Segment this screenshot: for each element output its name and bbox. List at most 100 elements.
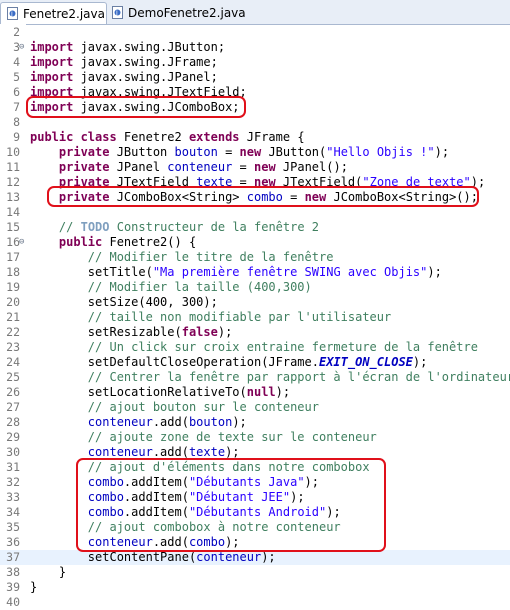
code-line[interactable]: 15 // TODO Constructeur de la fenêtre 2 xyxy=(0,220,510,235)
code-line[interactable]: 11 private JPanel conteneur = new JPanel… xyxy=(0,160,510,175)
code-token: "Ma première fenêtre SWING avec Objis" xyxy=(152,265,428,279)
code-line[interactable]: 4 import javax.swing.JFrame; xyxy=(0,55,510,70)
code-line[interactable]: 38 } xyxy=(0,565,510,580)
code-line[interactable]: 27 // ajout bouton sur le conteneur xyxy=(0,400,510,415)
code-line[interactable]: 39} xyxy=(0,580,510,595)
tab-demofenetre2-java[interactable]: J DemoFenetre2.java xyxy=(106,2,246,23)
code-token: // xyxy=(58,220,81,234)
code-token: import xyxy=(30,55,81,69)
code-token: } xyxy=(30,565,67,579)
code-token: = xyxy=(217,145,240,159)
code-line[interactable]: 23 // Un click sur croix entraine fermet… xyxy=(0,340,510,355)
code-line[interactable]: 14 xyxy=(0,205,510,220)
code-token: ); xyxy=(225,445,240,459)
line-number: 23 xyxy=(6,340,20,354)
line-number: 8 xyxy=(13,115,20,129)
line-number: 4 xyxy=(13,55,20,69)
line-number: 40 xyxy=(6,595,20,609)
annotation-box-combo-items xyxy=(76,458,386,552)
code-token: setResizable( xyxy=(30,325,182,339)
line-number: 14 xyxy=(6,205,20,219)
code-line[interactable]: 5 import javax.swing.JPanel; xyxy=(0,70,510,85)
code-token: JPanel(); xyxy=(282,160,348,174)
line-number: 36 xyxy=(6,535,20,549)
code-token: bouton xyxy=(174,145,218,159)
code-token: ); xyxy=(261,550,276,564)
tab-fenetre2-java[interactable]: J Fenetre2.java ✕ xyxy=(0,2,121,24)
code-line[interactable]: 18 setTitle("Ma première fenêtre SWING a… xyxy=(0,265,510,280)
code-text: public class Fenetre2 extends JFrame { xyxy=(30,130,305,145)
fold-toggle-icon[interactable]: ⊖ xyxy=(19,235,27,250)
code-line[interactable]: 22 setResizable(false); xyxy=(0,325,510,340)
code-token: // ajoute zone de texte sur le conteneur xyxy=(87,430,377,444)
code-token: private xyxy=(58,145,117,159)
line-number: 26 xyxy=(6,385,20,399)
code-token: texte xyxy=(188,445,226,459)
line-number: 31 xyxy=(6,460,20,474)
code-line[interactable]: 10 private JButton bouton = new JButton(… xyxy=(0,145,510,160)
code-token: private xyxy=(58,160,117,174)
line-number: 34 xyxy=(6,505,20,519)
line-number: 10 xyxy=(6,145,20,159)
line-number: 22 xyxy=(6,325,20,339)
line-number: 5 xyxy=(13,70,20,84)
code-token: TODO xyxy=(80,220,110,234)
code-token: // taille non modifiable par l'utilisate… xyxy=(87,310,392,324)
line-number: 2 xyxy=(13,25,20,39)
code-token: public class xyxy=(30,130,124,144)
code-line[interactable]: 28 conteneur.add(bouton); xyxy=(0,415,510,430)
code-token: import xyxy=(30,70,81,84)
code-line[interactable]: 37 setContentPane(conteneur); xyxy=(0,550,510,565)
code-token: setTitle( xyxy=(30,265,153,279)
line-number: 16 xyxy=(6,235,20,249)
line-number: 3 xyxy=(13,40,20,54)
code-text: private JPanel conteneur = new JPanel(); xyxy=(30,160,348,175)
code-text: import javax.swing.JButton; xyxy=(30,40,225,55)
code-token: extends xyxy=(188,130,247,144)
code-token: .add( xyxy=(152,415,189,429)
code-line[interactable]: 20 setSize(400, 300); xyxy=(0,295,510,310)
code-line[interactable]: 19 // Modifier la taille (400,300) xyxy=(0,280,510,295)
code-text: setDefaultCloseOperation(JFrame.EXIT_ON_… xyxy=(30,355,428,370)
fold-toggle-icon[interactable]: ⊖ xyxy=(19,40,27,55)
code-text: // ajoute zone de texte sur le conteneur xyxy=(30,430,377,445)
line-number: 33 xyxy=(6,490,20,504)
code-token: Constructeur de la fenêtre 2 xyxy=(109,220,320,234)
code-line[interactable]: 26 setLocationRelativeTo(null); xyxy=(0,385,510,400)
code-token: JButton xyxy=(116,145,175,159)
code-line[interactable]: 9 public class Fenetre2 extends JFrame { xyxy=(0,130,510,145)
code-line[interactable]: 2 xyxy=(0,25,510,40)
code-line[interactable]: 25 // Centrer la fenêtre par rapport à l… xyxy=(0,370,510,385)
code-token: javax.swing.JButton; xyxy=(80,40,226,54)
code-line[interactable]: 3 ⊖ import javax.swing.JButton; xyxy=(0,40,510,55)
code-token: conteneur xyxy=(87,445,153,459)
line-number: 29 xyxy=(6,430,20,444)
line-number: 37 xyxy=(6,550,20,564)
line-number: 9 xyxy=(13,130,20,144)
code-token: // ajout bouton sur le conteneur xyxy=(87,400,319,414)
code-line[interactable]: 17 // Modifier le titre de la fenêtre xyxy=(0,250,510,265)
code-line[interactable]: 29 // ajoute zone de texte sur le conten… xyxy=(0,430,510,445)
code-line[interactable]: 24 setDefaultCloseOperation(JFrame.EXIT_… xyxy=(0,355,510,370)
line-number: 19 xyxy=(6,280,20,294)
code-text: setLocationRelativeTo(null); xyxy=(30,385,290,400)
code-line[interactable]: 21 // taille non modifiable par l'utilis… xyxy=(0,310,510,325)
code-text: } xyxy=(30,565,66,580)
code-token: JButton( xyxy=(268,145,327,159)
code-line[interactable]: 40 xyxy=(0,595,510,610)
line-number: 35 xyxy=(6,520,20,534)
code-text: // Centrer la fenêtre par rapport à l'éc… xyxy=(30,370,510,385)
editor-tab-bar: J Fenetre2.java ✕ J DemoFenetre2.java xyxy=(0,0,510,25)
code-token: "Hello Objis !" xyxy=(326,145,435,159)
java-file-icon: J xyxy=(7,7,19,20)
line-number: 24 xyxy=(6,355,20,369)
code-line[interactable]: 16 ⊖ public Fenetre2() { xyxy=(0,235,510,250)
code-token: Fenetre2() { xyxy=(109,235,197,249)
